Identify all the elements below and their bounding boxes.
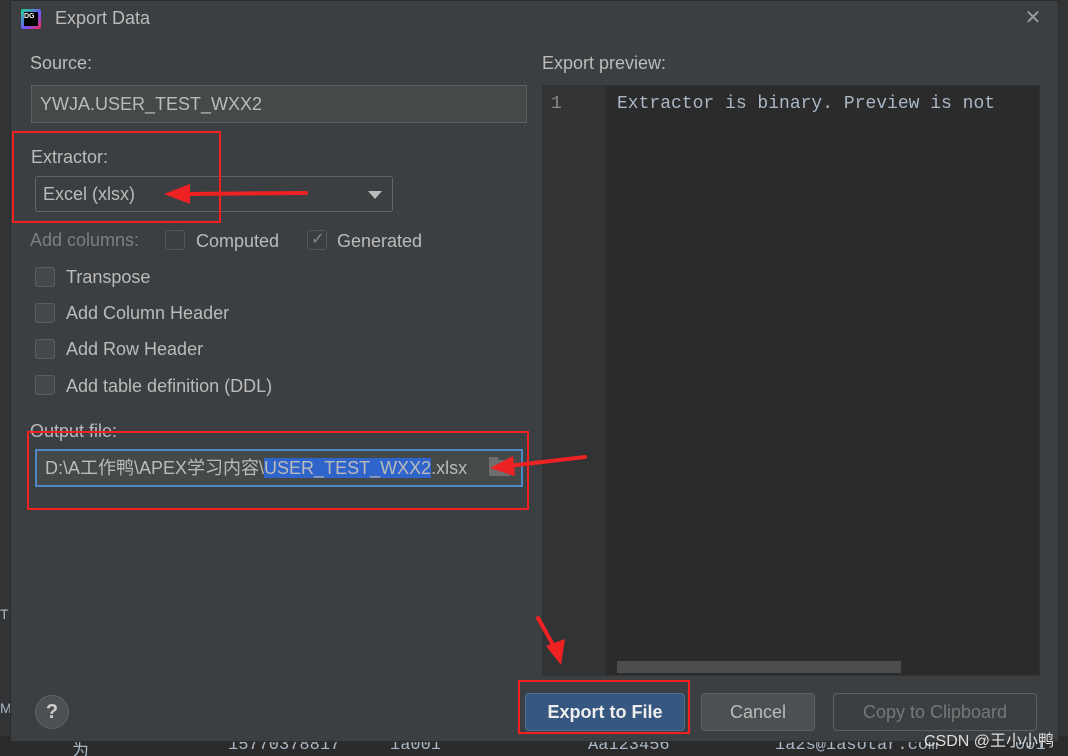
annotation-box-extractor: [12, 131, 221, 223]
line-number-gutter: 1: [543, 86, 606, 675]
generated-checkbox: ✓: [307, 230, 327, 250]
transpose-label[interactable]: Transpose: [66, 267, 150, 288]
annotation-box-output-file: [27, 431, 529, 510]
chevron-down-icon: [368, 191, 382, 199]
computed-label: Computed: [196, 231, 280, 251]
add-columns-label: Add columns:: [30, 230, 140, 250]
checkmark-icon: ✓: [311, 231, 325, 248]
copy-to-clipboard-button: Copy to Clipboard: [833, 693, 1037, 731]
line-number: 1: [551, 94, 562, 114]
dialog-title: Export Data: [55, 8, 151, 28]
add-row-header-checkbox[interactable]: [35, 339, 55, 359]
export-preview-label: Export preview:: [542, 53, 667, 73]
cancel-button[interactable]: Cancel: [701, 693, 815, 731]
transpose-checkbox[interactable]: [35, 267, 55, 287]
dialog-titlebar[interactable]: Export Data ✕: [11, 1, 1058, 37]
export-data-dialog: Export Data ✕ Source: YWJA.USER_TEST_WXX…: [10, 0, 1059, 742]
background-glyph: T: [0, 606, 9, 622]
add-column-header-checkbox[interactable]: [35, 303, 55, 323]
add-ddl-checkbox[interactable]: [35, 375, 55, 395]
add-row-header-label[interactable]: Add Row Header: [66, 339, 203, 360]
source-label: Source:: [30, 53, 93, 73]
close-icon[interactable]: ✕: [1022, 7, 1044, 29]
help-button[interactable]: ?: [35, 695, 69, 729]
datagrip-app-icon: [21, 9, 41, 29]
add-column-header-label[interactable]: Add Column Header: [66, 303, 229, 324]
computed-checkbox: [165, 230, 185, 250]
horizontal-scrollbar[interactable]: [617, 661, 901, 673]
add-ddl-label[interactable]: Add table definition (DDL): [66, 376, 272, 397]
generated-label: Generated: [337, 231, 423, 251]
preview-text: Extractor is binary. Preview is not: [617, 94, 996, 114]
source-field: YWJA.USER_TEST_WXX2: [31, 85, 527, 123]
watermark: CSDN @王小小鸭: [923, 733, 1054, 750]
annotation-box-export-button: [518, 680, 690, 734]
export-preview-editor[interactable]: 1 Extractor is binary. Preview is not: [542, 85, 1040, 676]
